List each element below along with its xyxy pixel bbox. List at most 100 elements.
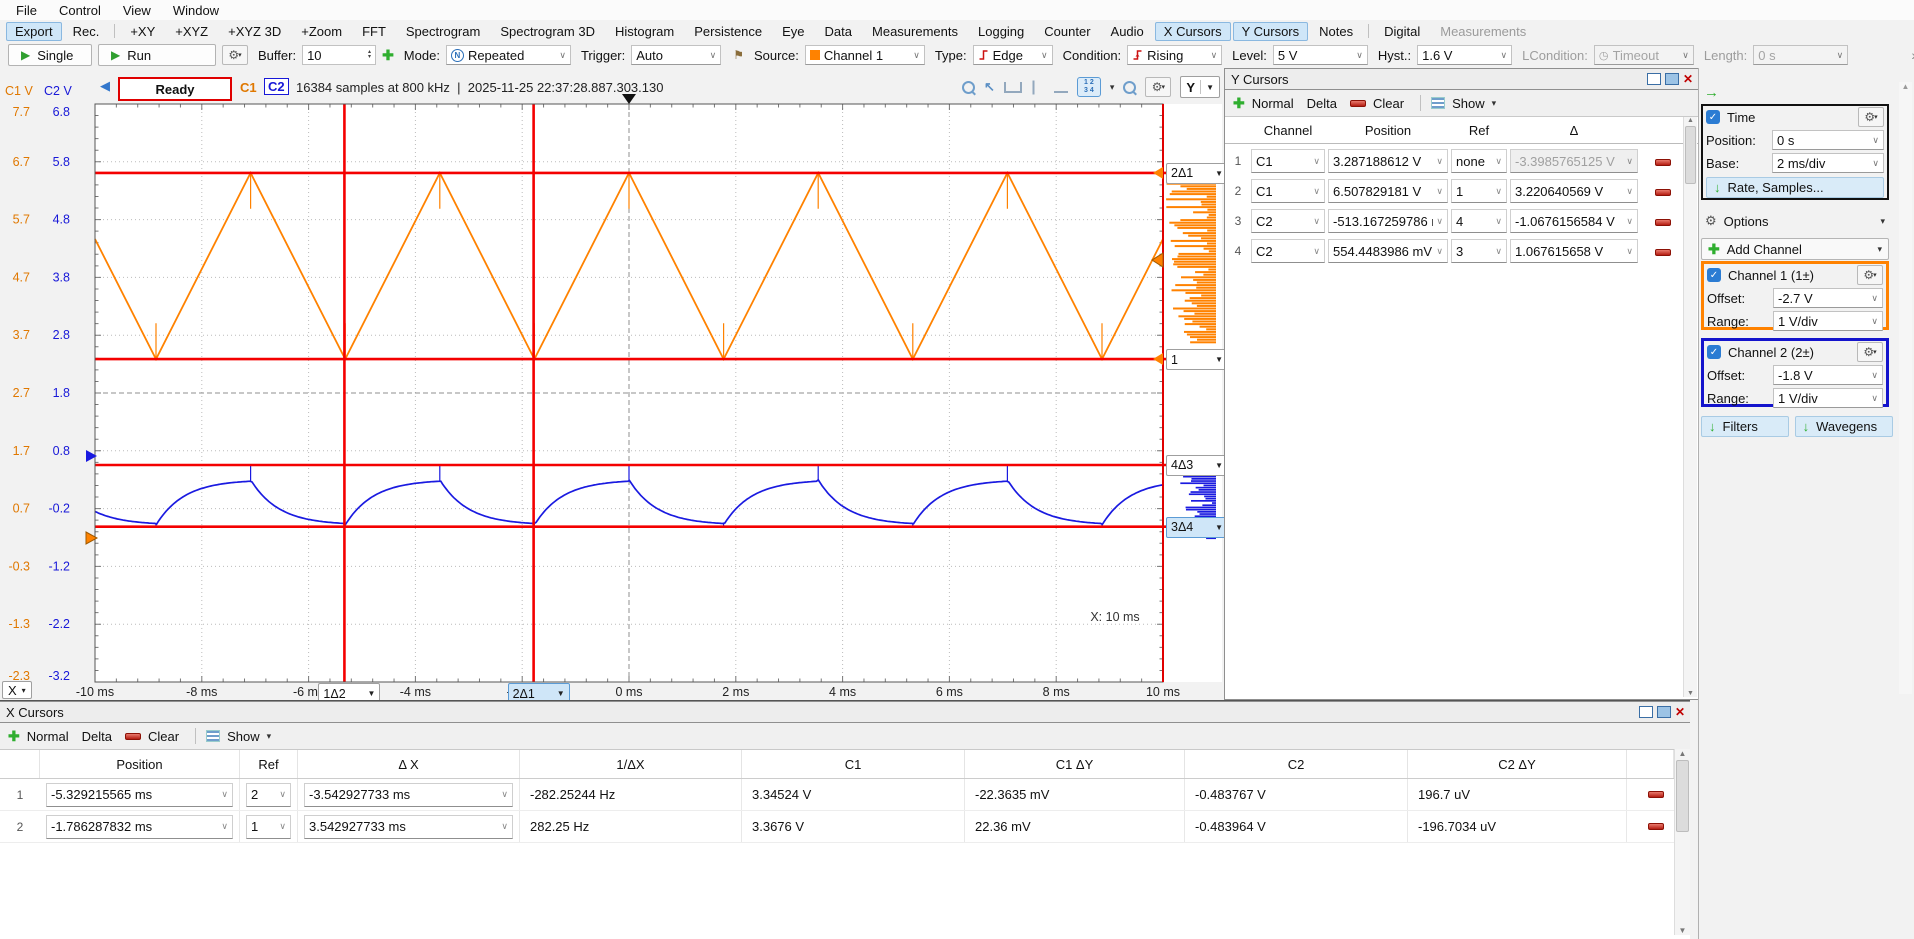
hyst-select[interactable]: 1.6 V∨ (1417, 45, 1512, 65)
normal-button[interactable]: Normal (1252, 96, 1294, 111)
x-panel-scrollbar[interactable]: ▲▼ (1674, 749, 1690, 935)
delta-value[interactable]: 1.067615658 V∨ (1510, 239, 1638, 263)
normal-button[interactable]: Normal (27, 729, 69, 744)
time-position-select[interactable]: 0 s∨ (1772, 130, 1884, 150)
close-icon[interactable]: ✕ (1683, 74, 1693, 84)
delta-button[interactable]: Delta (82, 729, 112, 744)
single-button[interactable]: ▶Single (8, 44, 92, 66)
position-select[interactable]: -5.329215565 ms∨ (46, 783, 233, 807)
tab-rec-[interactable]: Rec. (64, 22, 109, 41)
channel2-gear-button[interactable]: ⚙▾ (1857, 342, 1883, 362)
delta-value[interactable]: 3.220640569 V∨ (1510, 179, 1638, 203)
y-cursor-dropdown-4Δ3[interactable]: 4Δ3▼ (1166, 455, 1228, 476)
position-select[interactable]: 554.4483986 mV∨ (1328, 239, 1448, 263)
tab-x-cursors[interactable]: X Cursors (1155, 22, 1231, 41)
type-select[interactable]: Edge∨ (973, 45, 1053, 65)
channel-select[interactable]: C2∨ (1251, 239, 1325, 263)
remove-cursor-button[interactable] (1627, 779, 1674, 810)
tab-notes[interactable]: Notes (1310, 22, 1362, 41)
tab-measurements[interactable]: Measurements (1431, 22, 1535, 41)
show-button[interactable]: Show (227, 729, 260, 744)
options-row[interactable]: ⚙Options▾ (1701, 210, 1889, 232)
ref-select[interactable]: 4∨ (1451, 209, 1507, 233)
y-cursor-dropdown-3Δ4[interactable]: 3Δ4▼ (1166, 517, 1228, 538)
time-base-select[interactable]: 2 ms/div∨ (1772, 153, 1884, 173)
undock-icon[interactable] (1647, 73, 1661, 85)
channel-select[interactable]: C2∨ (1251, 209, 1325, 233)
channel-select[interactable]: C1∨ (1251, 179, 1325, 203)
maximize-icon[interactable] (1665, 73, 1679, 85)
filters-button[interactable]: ↓Filters (1701, 416, 1789, 437)
trigger-select[interactable]: Auto∨ (631, 45, 721, 65)
channel-select[interactable]: C1∨ (1251, 149, 1325, 173)
tab-logging[interactable]: Logging (969, 22, 1033, 41)
delta-button[interactable]: Delta (1307, 96, 1337, 111)
buffer-input[interactable]: 10▴▾ (302, 45, 376, 65)
tab-digital[interactable]: Digital (1375, 22, 1429, 41)
ref-select[interactable]: 2∨ (246, 783, 291, 807)
ref-select[interactable]: 3∨ (1451, 239, 1507, 263)
tab-data[interactable]: Data (816, 22, 861, 41)
tab-persistence[interactable]: Persistence (685, 22, 771, 41)
mode-select[interactable]: NRepeated∨ (446, 45, 571, 65)
channel2-offset-select[interactable]: -1.8 V∨ (1773, 365, 1883, 385)
menu-file[interactable]: File (6, 2, 47, 19)
time-gear-button[interactable]: ⚙▾ (1858, 107, 1884, 127)
ref-select[interactable]: 1∨ (246, 815, 291, 839)
delta-value[interactable]: -1.0676156584 V∨ (1510, 209, 1638, 233)
ref-select[interactable]: 1∨ (1451, 179, 1507, 203)
lcondition-select[interactable]: ◷Timeout∨ (1594, 45, 1694, 65)
menu-control[interactable]: Control (49, 2, 111, 19)
channel1-gear-button[interactable]: ⚙▾ (1857, 265, 1883, 285)
tab-spectrogram[interactable]: Spectrogram (397, 22, 489, 41)
channel1-offset-select[interactable]: -2.7 V∨ (1773, 288, 1883, 308)
position-select[interactable]: 3.287188612 V∨ (1328, 149, 1448, 173)
tab-fft[interactable]: FFT (353, 22, 395, 41)
sidebar-scrollbar[interactable]: ▲ (1899, 82, 1912, 694)
rate-samples-button[interactable]: ↓Rate, Samples... (1706, 177, 1884, 198)
buffer-gear-button[interactable]: ⚙▾ (222, 45, 248, 65)
wavegens-button[interactable]: ↓Wavegens (1795, 416, 1893, 437)
y-cursor-dropdown-1[interactable]: 1▼ (1166, 349, 1228, 370)
remove-cursor-button[interactable] (1641, 214, 1685, 229)
tab--xyz-3d[interactable]: +XYZ 3D (219, 22, 290, 41)
tab-counter[interactable]: Counter (1035, 22, 1099, 41)
tab-eye[interactable]: Eye (773, 22, 813, 41)
tab--xyz[interactable]: +XYZ (166, 22, 217, 41)
y-panel-scrollbar[interactable]: ▲▼ (1683, 117, 1697, 697)
tab-audio[interactable]: Audio (1102, 22, 1153, 41)
channel2-range-select[interactable]: 1 V/div∨ (1773, 388, 1883, 408)
position-select[interactable]: -513.167259786 m∨ (1328, 209, 1448, 233)
trigger-position-marker[interactable] (622, 94, 636, 104)
close-icon[interactable]: ✕ (1675, 707, 1685, 717)
remove-cursor-button[interactable] (1641, 244, 1685, 259)
source-select[interactable]: Channel 1∨ (805, 45, 925, 65)
tab-measurements[interactable]: Measurements (863, 22, 967, 41)
channel1-range-select[interactable]: 1 V/div∨ (1773, 311, 1883, 331)
menu-window[interactable]: Window (163, 2, 229, 19)
length-select[interactable]: 0 s∨ (1753, 45, 1848, 65)
delta-x-select[interactable]: 3.542927733 ms∨ (304, 815, 513, 839)
undock-icon[interactable] (1639, 706, 1653, 718)
clear-button[interactable]: Clear (148, 729, 179, 744)
position-select[interactable]: -1.786287832 ms∨ (46, 815, 233, 839)
level-select[interactable]: 5 V∨ (1273, 45, 1368, 65)
condition-select[interactable]: Rising∨ (1127, 45, 1222, 65)
position-select[interactable]: 6.507829181 V∨ (1328, 179, 1448, 203)
waveform-plot[interactable]: 7.76.75.74.73.72.71.70.7-0.3-1.3-2.36.85… (0, 68, 1224, 700)
channel2-checkbox[interactable]: ✓ (1707, 345, 1721, 359)
remove-cursor-button[interactable] (1627, 811, 1674, 842)
menu-view[interactable]: View (113, 2, 161, 19)
remove-cursor-button[interactable] (1641, 154, 1685, 169)
y-cursor-dropdown-2Δ1[interactable]: 2Δ1▼ (1166, 163, 1228, 184)
tab-export[interactable]: Export (6, 22, 62, 41)
tab-spectrogram-3d[interactable]: Spectrogram 3D (491, 22, 604, 41)
delta-x-select[interactable]: -3.542927733 ms∨ (304, 783, 513, 807)
ref-select[interactable]: none∨ (1451, 149, 1507, 173)
tab-y-cursors[interactable]: Y Cursors (1233, 22, 1309, 41)
spinner-icons[interactable]: ▴▾ (368, 50, 371, 60)
run-button[interactable]: ▶Run (98, 44, 216, 66)
remove-cursor-button[interactable] (1641, 184, 1685, 199)
channel1-checkbox[interactable]: ✓ (1707, 268, 1721, 282)
time-checkbox[interactable]: ✓ (1706, 110, 1720, 124)
